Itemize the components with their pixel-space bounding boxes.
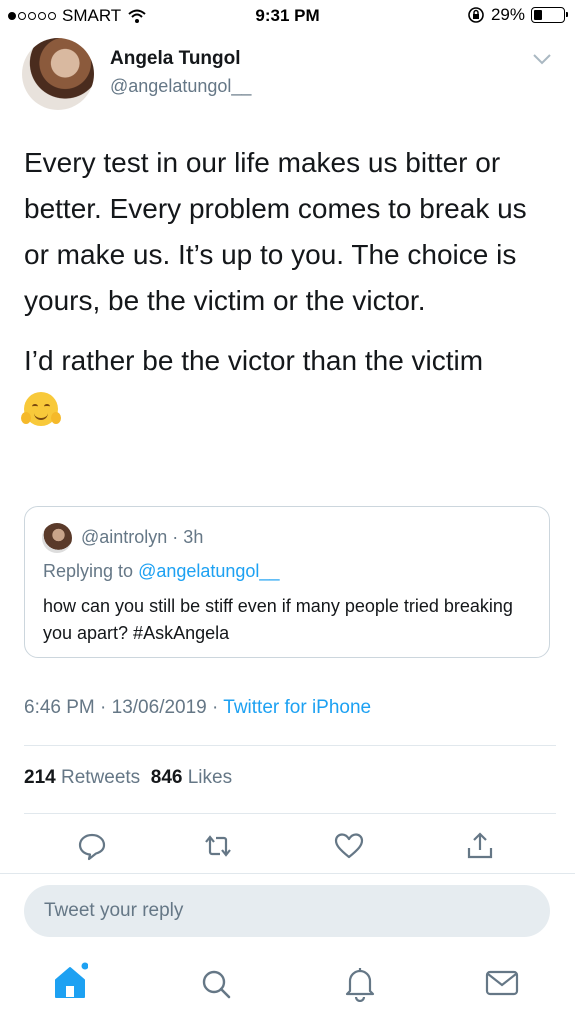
battery-icon [531,7,568,23]
replying-prefix: Replying to [43,561,139,581]
tweet-meta: 6:46 PM · 13/06/2019 · Twitter for iPhon… [24,697,371,719]
messages-icon[interactable] [484,962,520,1002]
like-count[interactable]: 846 [151,767,183,788]
reply-placeholder: Tweet your reply [44,900,184,921]
author-name[interactable]: Angela Tungol [110,48,241,70]
quoted-avatar [42,523,72,553]
retweet-label[interactable]: Retweets [61,767,140,788]
status-bar: SMART 9:31 PM 29% [0,0,575,32]
home-icon[interactable] [52,962,88,1002]
author-avatar[interactable] [22,38,94,110]
quoted-replying-to: Replying to @angelatungol__ [43,561,279,582]
quoted-handle-time: @aintrolyn · 3h [81,527,204,547]
chevron-down-icon[interactable] [532,52,552,66]
quoted-text: how can you still be stiff even if many … [43,596,513,643]
share-icon[interactable] [464,830,496,862]
quoted-tweet[interactable]: @aintrolyn · 3h Replying to @angelatungo… [24,506,550,658]
tweet-paragraph-1: Every test in our life makes us bitter o… [24,147,527,316]
search-icon[interactable] [198,962,234,1002]
tweet-timestamp: 6:46 PM · 13/06/2019 · [24,697,224,718]
divider [0,873,575,874]
tweet-stats: 214 Retweets 846 Likes [24,767,232,789]
tweet-paragraph-2-text: I’d rather be the victor than the victim [24,345,484,376]
like-icon[interactable] [333,830,365,862]
battery-percent: 29% [490,5,525,24]
tweet-paragraph-2: I’d rather be the victor than the victim [24,338,554,384]
divider [24,745,556,746]
reply-input[interactable]: Tweet your reply [24,885,550,937]
notifications-icon[interactable] [342,962,378,1002]
reply-icon[interactable] [76,830,108,862]
tweet-client-link[interactable]: Twitter for iPhone [223,697,371,718]
retweet-count[interactable]: 214 [24,767,56,788]
retweet-icon[interactable] [202,830,234,862]
rotation-lock-icon [468,7,484,23]
hugging-face-emoji-icon [21,391,61,426]
like-label[interactable]: Likes [188,767,232,788]
replying-to-link[interactable]: @angelatungol__ [138,561,279,581]
author-handle[interactable]: @angelatungol__ [110,76,251,97]
tweet-text: Every test in our life makes us bitter o… [21,140,554,430]
divider [24,813,556,814]
status-right: 29% [467,5,568,25]
